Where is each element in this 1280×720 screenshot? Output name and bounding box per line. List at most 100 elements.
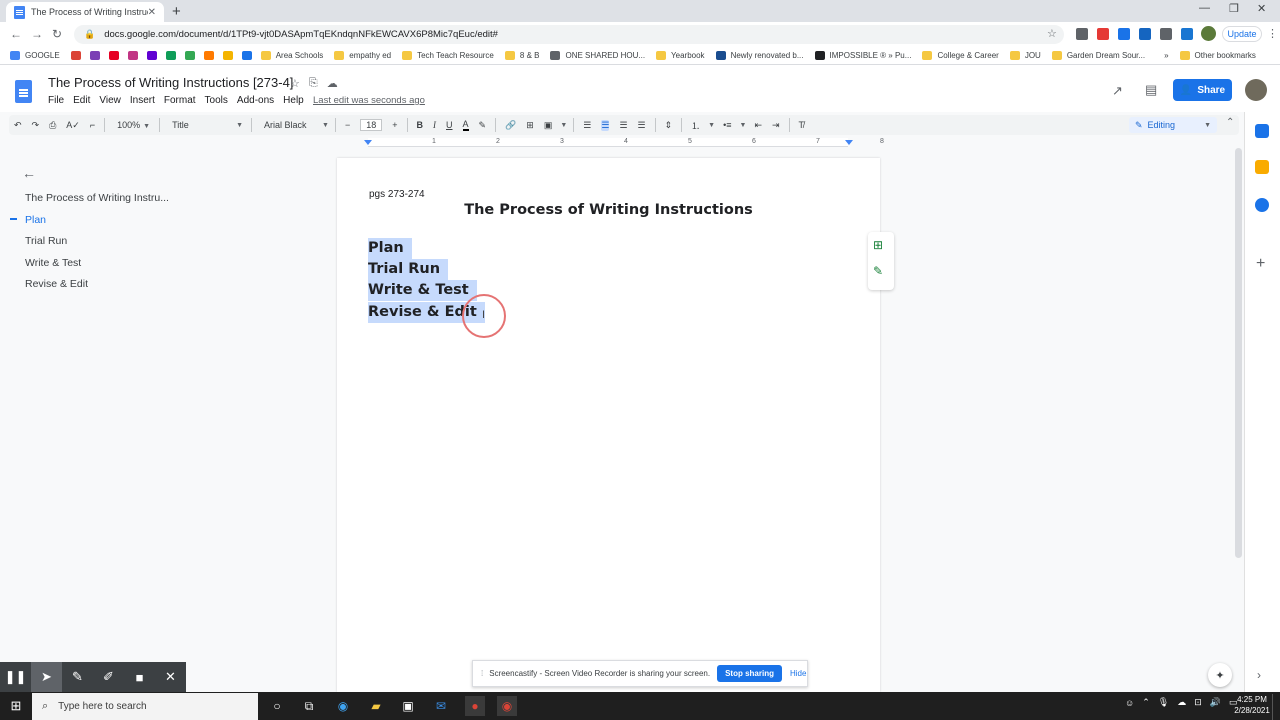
bookmark-item[interactable] bbox=[89, 51, 105, 61]
align-right-icon[interactable]: ☰ bbox=[619, 120, 627, 131]
browser-tab[interactable]: The Process of Writing Instructio ✕ bbox=[6, 2, 164, 22]
volume-icon[interactable]: 🔊 bbox=[1210, 697, 1221, 708]
extension-icon[interactable] bbox=[1118, 28, 1130, 40]
text-color-icon[interactable]: A bbox=[462, 119, 469, 131]
decrease-indent-icon[interactable]: ⇤ bbox=[754, 120, 762, 131]
print-icon[interactable]: ⎙ bbox=[49, 120, 56, 131]
mail-icon[interactable]: ✉ bbox=[431, 696, 451, 716]
justify-icon[interactable]: ☰ bbox=[638, 120, 646, 131]
chrome-icon[interactable]: ◉ bbox=[497, 696, 517, 716]
windows-start-icon[interactable]: ⊞ bbox=[0, 692, 32, 720]
extension-icon[interactable] bbox=[1139, 28, 1151, 40]
move-folder-icon[interactable]: ⎘ bbox=[309, 77, 318, 90]
back-icon[interactable]: ← bbox=[10, 27, 22, 41]
undo-icon[interactable]: ↶ bbox=[14, 120, 22, 131]
document-page[interactable] bbox=[337, 158, 880, 692]
bookmark-item[interactable]: GOOGLE bbox=[10, 51, 60, 61]
people-icon[interactable]: ☺ bbox=[1125, 698, 1134, 708]
insert-image-icon[interactable]: ▣ bbox=[544, 120, 553, 131]
bookmark-item[interactable] bbox=[241, 51, 257, 61]
restore-icon[interactable]: ❐ bbox=[1229, 2, 1239, 15]
menu-file[interactable]: File bbox=[48, 95, 64, 106]
pause-icon[interactable]: ❚❚ bbox=[0, 662, 31, 692]
left-indent-marker[interactable] bbox=[364, 140, 372, 145]
bulleted-list-icon[interactable]: •≡ bbox=[723, 120, 731, 130]
page-reference[interactable]: pgs 273-274 bbox=[369, 189, 425, 200]
keep-icon[interactable] bbox=[1255, 160, 1269, 174]
font-size-increase-icon[interactable]: + bbox=[392, 120, 397, 130]
bookmark-item[interactable] bbox=[165, 51, 181, 61]
show-desktop-button[interactable] bbox=[1272, 694, 1280, 720]
selected-line[interactable]: Plan bbox=[368, 238, 412, 259]
outline-item[interactable]: Plan bbox=[25, 212, 169, 234]
account-avatar[interactable] bbox=[1245, 79, 1267, 101]
drag-handle-icon[interactable]: ⁞ bbox=[481, 669, 483, 678]
bookmark-item[interactable] bbox=[184, 51, 200, 61]
store-icon[interactable]: ▣ bbox=[398, 696, 418, 716]
chrome-menu-icon[interactable]: ⋮ bbox=[1267, 27, 1278, 40]
update-button[interactable]: Update bbox=[1222, 26, 1262, 42]
outline-item[interactable]: Write & Test bbox=[25, 255, 169, 277]
bookmark-item[interactable]: 8 & B bbox=[504, 51, 539, 61]
other-bookmarks[interactable]: Other bookmarks bbox=[1179, 51, 1256, 61]
outline-item[interactable]: The Process of Writing Instru... bbox=[25, 190, 169, 212]
link-icon[interactable]: 🔗 bbox=[505, 120, 516, 131]
font-size-input[interactable]: 18 bbox=[360, 119, 383, 131]
bookmark-item[interactable]: ONE SHARED HOU... bbox=[550, 51, 645, 61]
bookmark-item[interactable]: Yearbook bbox=[656, 51, 705, 61]
italic-icon[interactable]: I bbox=[433, 120, 436, 130]
last-edit-link[interactable]: Last edit was seconds ago bbox=[313, 95, 425, 106]
close-icon[interactable]: ✕ bbox=[155, 662, 186, 692]
bookmark-item[interactable] bbox=[108, 51, 124, 61]
more-bookmarks-icon[interactable]: » bbox=[1164, 51, 1168, 60]
share-button[interactable]: 👤 Share bbox=[1173, 79, 1232, 101]
bookmark-star-icon[interactable]: ☆ bbox=[1047, 27, 1057, 40]
camera-icon[interactable]: ■ bbox=[124, 662, 155, 692]
menu-edit[interactable]: Edit bbox=[73, 95, 90, 106]
close-outline-icon[interactable]: ← bbox=[22, 165, 36, 181]
comments-icon[interactable]: ▤ bbox=[1145, 82, 1157, 98]
tasks-icon[interactable] bbox=[1255, 198, 1269, 212]
bookmark-item[interactable] bbox=[222, 51, 238, 61]
bookmark-item[interactable]: empathy ed bbox=[334, 51, 391, 61]
close-tab-icon[interactable]: ✕ bbox=[148, 7, 156, 18]
font-size-decrease-icon[interactable]: − bbox=[345, 120, 350, 130]
cortana-icon[interactable]: ○ bbox=[267, 696, 287, 716]
window-close-icon[interactable]: ✕ bbox=[1257, 2, 1266, 15]
horizontal-ruler[interactable]: 1 2 3 4 5 6 7 8 bbox=[336, 138, 884, 148]
menu-tools[interactable]: Tools bbox=[205, 95, 228, 106]
add-comment-icon[interactable]: ⊞ bbox=[526, 120, 534, 131]
bookmark-item[interactable]: Garden Dream Sour... bbox=[1051, 51, 1145, 61]
file-explorer-icon[interactable]: ▰ bbox=[366, 696, 386, 716]
cloud-status-icon[interactable]: ☁ bbox=[327, 77, 338, 90]
taskbar-search[interactable]: ⌕ Type here to search bbox=[32, 693, 258, 720]
add-comment-icon[interactable]: ⊞ bbox=[873, 238, 883, 252]
network-icon[interactable]: ⊡ bbox=[1194, 697, 1202, 708]
menu-help[interactable]: Help bbox=[283, 95, 304, 106]
puzzle-icon[interactable] bbox=[1160, 28, 1172, 40]
bold-icon[interactable]: B bbox=[417, 120, 424, 130]
outline-item[interactable]: Trial Run bbox=[25, 233, 169, 255]
collapse-menus-icon[interactable]: ⌃ bbox=[1226, 117, 1234, 128]
address-bar[interactable]: 🔒 docs.google.com/document/d/1TPt9-vjt0D… bbox=[74, 25, 1064, 44]
cursor-icon[interactable]: ➤ bbox=[31, 662, 62, 692]
add-addon-icon[interactable]: + bbox=[1256, 255, 1265, 273]
menu-insert[interactable]: Insert bbox=[130, 95, 155, 106]
redo-icon[interactable]: ↷ bbox=[32, 120, 40, 131]
star-icon[interactable]: ☆ bbox=[290, 77, 300, 90]
new-tab-icon[interactable]: + bbox=[172, 3, 181, 20]
selected-line[interactable]: Write & Test bbox=[368, 280, 477, 301]
document-title[interactable]: The Process of Writing Instructions [273… bbox=[48, 75, 293, 90]
spellcheck-icon[interactable]: A✓ bbox=[66, 120, 80, 131]
suggest-edits-icon[interactable]: ✎ bbox=[873, 264, 883, 278]
chevron-right-icon[interactable]: › bbox=[1257, 668, 1261, 682]
bookmark-item[interactable] bbox=[127, 51, 143, 61]
outline-item[interactable]: Revise & Edit bbox=[25, 276, 169, 298]
font-select[interactable]: Arial Black bbox=[264, 120, 314, 130]
bookmark-item[interactable]: Newly renovated b... bbox=[715, 51, 804, 61]
extension-icon[interactable] bbox=[1097, 28, 1109, 40]
bookmark-item[interactable] bbox=[70, 51, 86, 61]
highlighter-icon[interactable]: ✐ bbox=[93, 662, 124, 692]
line-spacing-icon[interactable]: ⇕ bbox=[665, 120, 673, 131]
mic-icon[interactable]: 🎙 bbox=[1158, 697, 1169, 708]
